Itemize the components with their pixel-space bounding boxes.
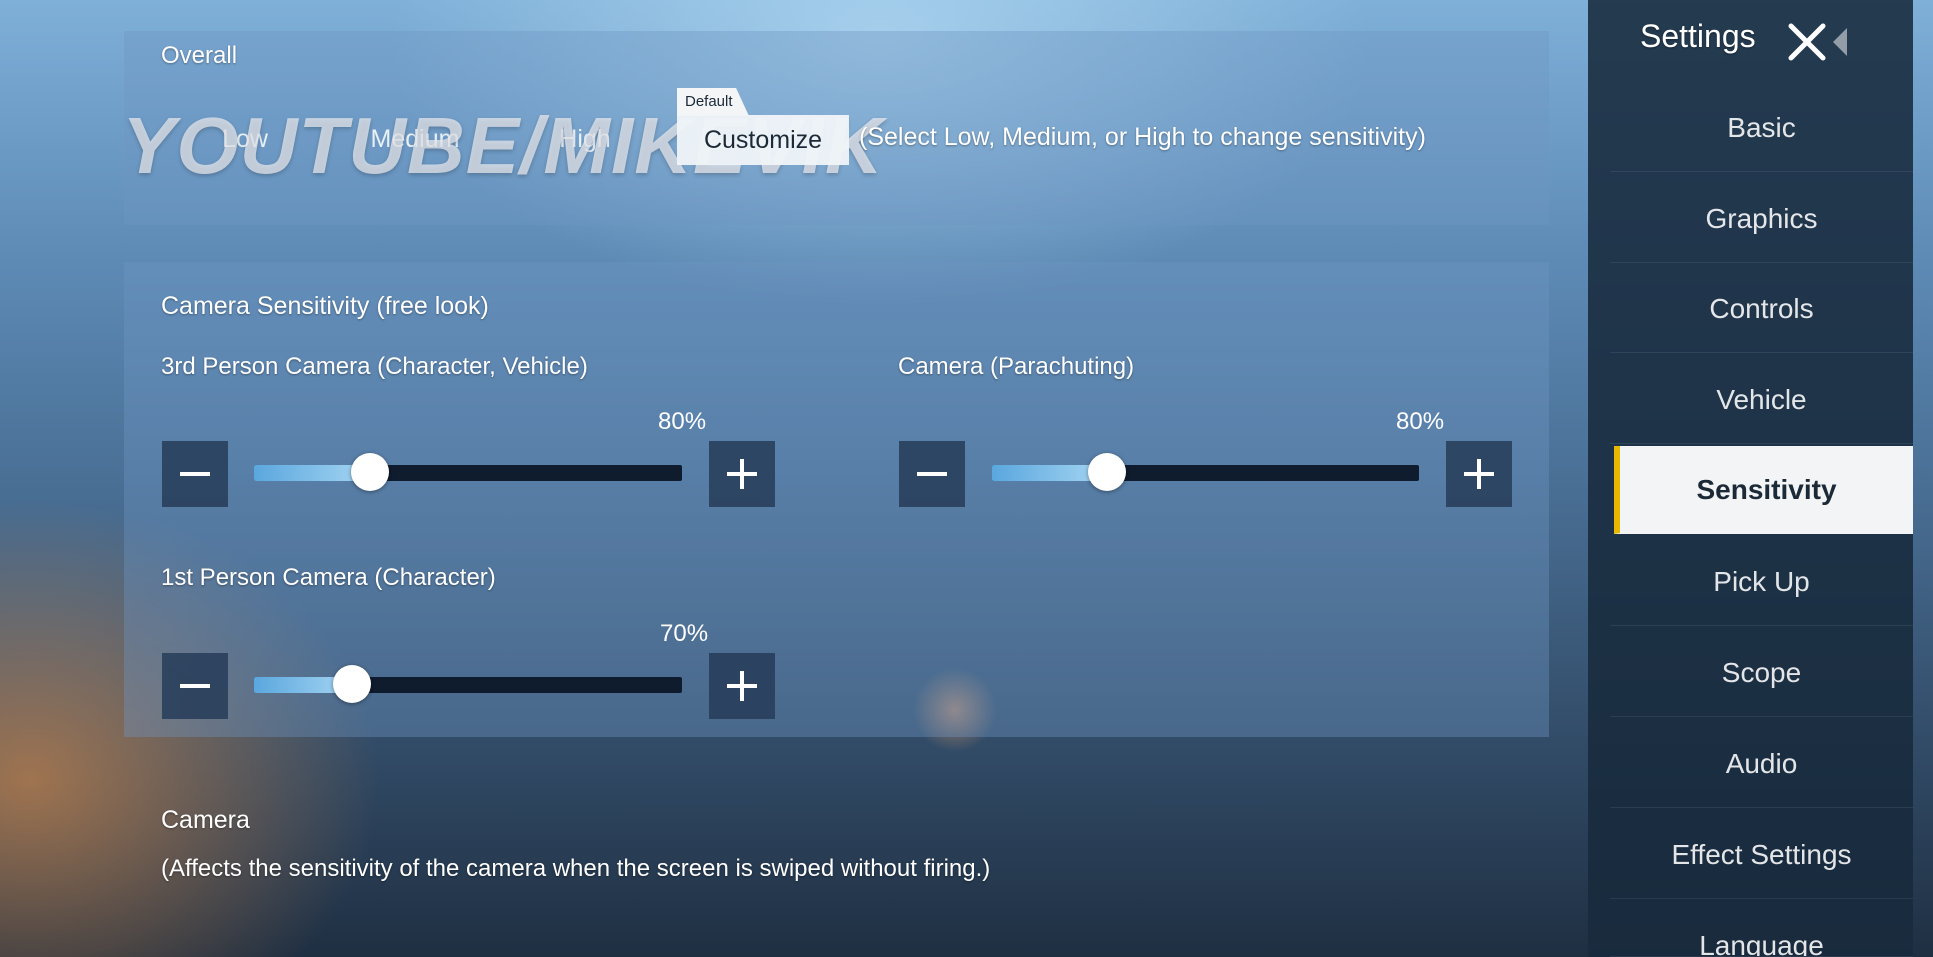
- collapse-arrow-icon[interactable]: [1833, 28, 1847, 56]
- sidebar-item-graphics[interactable]: Graphics: [1610, 175, 1913, 263]
- settings-sidebar: Settings Basic Graphics Controls Vehicle…: [1588, 0, 1913, 957]
- parachuting-camera-slider[interactable]: [992, 453, 1419, 491]
- parachuting-camera-label: Camera (Parachuting): [898, 353, 1135, 380]
- slider-thumb[interactable]: [1088, 453, 1126, 491]
- sidebar-item-controls[interactable]: Controls: [1610, 265, 1913, 353]
- third-person-camera-value: 80%: [658, 408, 707, 435]
- close-icon[interactable]: [1783, 18, 1831, 66]
- sidebar-item-pick-up[interactable]: Pick Up: [1610, 538, 1913, 626]
- first-person-decrease-button[interactable]: [162, 653, 228, 719]
- third-person-camera-label: 3rd Person Camera (Character, Vehicle): [161, 353, 588, 380]
- sidebar-item-scope[interactable]: Scope: [1610, 629, 1913, 717]
- overall-title: Overall: [161, 42, 238, 69]
- first-person-camera-label: 1st Person Camera (Character): [161, 564, 496, 591]
- sidebar-item-sensitivity[interactable]: Sensitivity: [1614, 446, 1913, 534]
- first-person-camera-value: 70%: [660, 620, 709, 647]
- parachuting-increase-button[interactable]: [1446, 441, 1512, 507]
- minus-icon: [180, 684, 210, 688]
- sidebar-item-vehicle[interactable]: Vehicle: [1610, 356, 1913, 444]
- minus-icon: [180, 472, 210, 476]
- camera-sensitivity-title: Camera Sensitivity (free look): [161, 292, 489, 320]
- preset-customize-option[interactable]: Customize: [677, 115, 849, 165]
- camera-section-title: Camera: [161, 806, 250, 834]
- parachuting-camera-value: 80%: [1396, 408, 1445, 435]
- first-person-increase-button[interactable]: [709, 653, 775, 719]
- parachuting-decrease-button[interactable]: [899, 441, 965, 507]
- camera-section-description: (Affects the sensitivity of the camera w…: [161, 855, 991, 882]
- third-person-decrease-button[interactable]: [162, 441, 228, 507]
- camera-sensitivity-panel: [124, 262, 1549, 737]
- third-person-camera-slider[interactable]: [254, 453, 682, 491]
- slider-thumb[interactable]: [333, 665, 371, 703]
- sidebar-item-basic[interactable]: Basic: [1610, 84, 1913, 172]
- third-person-increase-button[interactable]: [709, 441, 775, 507]
- sidebar-item-effect-settings[interactable]: Effect Settings: [1610, 811, 1913, 899]
- sidebar-item-audio[interactable]: Audio: [1610, 720, 1913, 808]
- slider-thumb[interactable]: [351, 453, 389, 491]
- settings-title: Settings: [1640, 18, 1756, 54]
- minus-icon: [917, 472, 947, 476]
- sidebar-item-language[interactable]: Language: [1610, 902, 1913, 957]
- overall-hint: (Select Low, Medium, or High to change s…: [859, 123, 1426, 151]
- first-person-camera-slider[interactable]: [254, 665, 682, 703]
